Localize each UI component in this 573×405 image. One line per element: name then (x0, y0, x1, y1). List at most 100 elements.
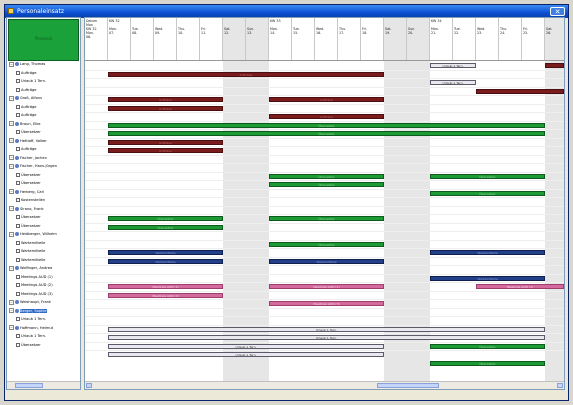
day-header-cell[interactable]: Wed. 23. (476, 18, 499, 60)
day-header-cell[interactable]: Wed. 16. (315, 18, 338, 60)
booking-bar[interactable]: Übersetzer (108, 216, 223, 221)
day-header-cell[interactable]: Sun. 13. (246, 18, 269, 60)
booking-bar[interactable]: Meetings AUD (3) (269, 301, 384, 306)
booking-bar[interactable]: Meetings AUD (1) (476, 284, 564, 289)
expander-icon[interactable]: − (9, 95, 14, 101)
day-header-cell[interactable]: Sat. 12. (223, 18, 246, 60)
tree-child-node[interactable]: Urlaub 1 Tern. (16, 78, 46, 84)
tree-child-node[interactable]: Meetings AUD (3) (16, 291, 53, 297)
tree-child-node[interactable]: Meetings AUD (2) (16, 282, 53, 288)
tree-person-node[interactable]: − Fischer, Hans-Jürgen (9, 163, 57, 169)
day-header-cell[interactable]: Thu. 24. (499, 18, 522, 60)
booking-bar[interactable]: Aufträge (108, 71, 384, 77)
booking-bar[interactable]: Meetings AUD (1) (269, 284, 384, 289)
tree-person-node[interactable]: − Braun, Elke (9, 121, 40, 127)
tree-person-node[interactable]: − Herberg, Carl (9, 189, 44, 195)
booking-bar[interactable]: Wartemittelle (108, 250, 223, 255)
tree-child-node[interactable]: Übersetzer (16, 180, 41, 186)
day-header-cell[interactable]: Tue. 22. (453, 18, 476, 60)
booking-bar[interactable]: Urlaub 1 Tern. (430, 80, 476, 85)
booking-bar[interactable] (476, 88, 564, 94)
booking-bar[interactable]: Übersetzer (108, 122, 545, 128)
expander-icon[interactable]: − (9, 325, 14, 330)
tree-child-node[interactable]: Übersetzer (16, 172, 41, 178)
expander-icon[interactable]: − (9, 265, 14, 271)
day-header-cell[interactable]: Thu. 10. (177, 18, 200, 60)
expander-icon[interactable]: − (9, 231, 14, 237)
close-button[interactable]: ✕ (550, 7, 565, 16)
expander-icon[interactable]: − (9, 163, 14, 169)
booking-bar[interactable]: Wartemittelle (430, 275, 545, 281)
tree-child-node[interactable]: Urlaub 1 Tern. (16, 333, 46, 339)
booking-bar[interactable]: Urlaub 1 Tern. (108, 335, 545, 340)
expander-icon[interactable]: − (9, 189, 14, 194)
day-header-cell[interactable]: KW 33 Mon. 14. (269, 18, 292, 60)
scroll-left-arrow-icon[interactable] (86, 383, 92, 388)
tree-scroll-thumb[interactable] (15, 383, 43, 388)
tree-child-node[interactable]: Übersetzer (16, 342, 41, 348)
booking-bar[interactable]: Wartemittelle (430, 250, 545, 255)
tree-child-node[interactable]: Aufträge (16, 104, 37, 110)
day-header-cell[interactable]: KW 32 Mon. 07. (108, 18, 131, 60)
tree-horizontal-scrollbar[interactable] (7, 381, 80, 389)
tree-person-node[interactable]: − Lang, Thomas (9, 61, 45, 67)
tree-person-node[interactable]: − Weishaupt, Frank (9, 299, 51, 305)
booking-bar[interactable]: Urlaub 1 Tern. (108, 326, 545, 332)
day-header-cell[interactable]: Tue. 15. (292, 18, 315, 60)
expander-icon[interactable]: − (9, 206, 14, 211)
booking-bar[interactable]: Urlaub 1 Tern. (108, 352, 384, 357)
day-header-cell[interactable]: Fri. 25. (522, 18, 545, 60)
tree-person-node[interactable]: − Berger, Sophie (9, 308, 47, 314)
day-header-cell[interactable]: KW 34 Mon. 21. (430, 18, 453, 60)
tree-child-node[interactable]: Wartemittelle (16, 248, 45, 254)
booking-bar[interactable]: Aufträge (108, 105, 223, 111)
booking-bar[interactable]: Meetings AUD (2) (108, 292, 223, 298)
tree-person-node[interactable]: − Groß, Alfons (9, 95, 42, 101)
booking-bar[interactable]: Übersetzer (430, 173, 545, 179)
day-header-cell[interactable]: Sun. 20. (407, 18, 430, 60)
booking-bar[interactable]: Wartemittelle (269, 258, 384, 264)
tree-person-node[interactable]: − Hettiaff, Volker (9, 138, 47, 144)
grid-horizontal-scrollbar[interactable] (85, 381, 564, 389)
booking-bar[interactable]: Übersetzer (269, 216, 384, 221)
day-header-cell[interactable]: Sat. 19. (384, 18, 407, 60)
booking-bar[interactable]: Übersetzer (430, 360, 545, 366)
tree-child-node[interactable]: Übersetzer (16, 214, 41, 220)
day-header-cell[interactable]: Tue. 08. (131, 18, 154, 60)
expander-icon[interactable]: − (9, 299, 14, 305)
tree-child-node[interactable]: Kostenstellen (16, 197, 45, 203)
tree-person-node[interactable]: − Sirano, Frank (9, 206, 44, 212)
booking-bar[interactable]: Urlaub 1 Tern. (108, 343, 384, 349)
expander-icon[interactable]: − (9, 155, 14, 160)
booking-bar[interactable]: Übersetzer (108, 131, 545, 136)
tree-child-node[interactable]: Aufträge (16, 112, 37, 118)
booking-bar[interactable]: Übersetzer (430, 343, 545, 349)
tree-person-node[interactable]: − Hoffmann, Helmut (9, 325, 53, 331)
tree-child-node[interactable]: Übersetzer (16, 129, 41, 135)
booking-bar[interactable]: Wartemittelle (108, 258, 223, 264)
expander-icon[interactable]: − (9, 138, 14, 143)
tree-child-node[interactable]: Wartemittelle (16, 240, 45, 246)
booking-bar[interactable]: Übersetzer (269, 182, 384, 187)
tree-child-node[interactable]: Aufträge (16, 87, 37, 93)
booking-bar[interactable]: Aufträge (108, 97, 223, 102)
day-header-cell[interactable]: Sat. 26. (545, 18, 564, 60)
booking-bar[interactable]: Aufträge (108, 139, 223, 145)
day-header-cell[interactable]: Thu. 17. (338, 18, 361, 60)
booking-bar[interactable]: Aufträge (108, 148, 223, 153)
booking-bar[interactable]: Übersetzer (269, 173, 384, 179)
tree-person-node[interactable]: − Fischer, Jochen (9, 155, 47, 161)
tree-child-node[interactable]: Aufträge (16, 146, 37, 152)
tree-child-node[interactable]: Wartemittelle (16, 257, 45, 263)
day-header-cell[interactable]: Fri. 18. (361, 18, 384, 60)
booking-bar[interactable]: Aufträge (269, 114, 384, 119)
booking-bar[interactable]: Übersetzer (430, 190, 545, 196)
tree-child-node[interactable]: Aufträge (16, 70, 37, 76)
tree-person-node[interactable]: − Wolfinger, Andrea (9, 265, 52, 271)
booking-bar[interactable]: Aufträge (269, 97, 384, 102)
scroll-right-arrow-icon[interactable] (557, 383, 563, 388)
booking-bar[interactable]: Übersetzer (108, 224, 223, 230)
booking-bar[interactable]: Übersetzer (269, 241, 384, 247)
tree-child-node[interactable]: Übersetzer (16, 223, 41, 229)
expander-icon[interactable]: − (9, 308, 14, 313)
